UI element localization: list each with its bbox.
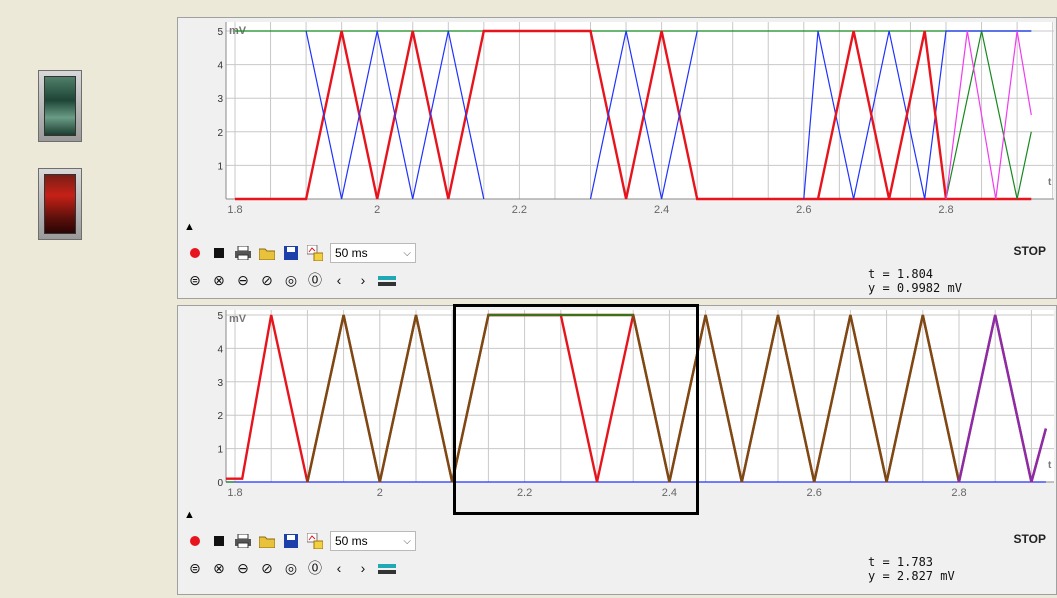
zoom-out-horizontal-icon[interactable]: ⊘ bbox=[258, 559, 276, 577]
scroll-right-icon[interactable]: › bbox=[354, 559, 372, 577]
x-tick-label: 2 bbox=[377, 487, 383, 499]
y-tick-label: 4 bbox=[217, 344, 223, 355]
x-tick-label: 2.8 bbox=[951, 487, 966, 499]
zoom-reset-icon[interactable]: ⓪ bbox=[306, 559, 324, 577]
y-tick-label: 1 bbox=[217, 161, 223, 172]
arrow-up-icon[interactable]: ▲ bbox=[184, 509, 195, 521]
toolbar-row-1: 50 ms ⌵ bbox=[186, 530, 416, 552]
export-icon[interactable] bbox=[306, 532, 324, 550]
y-tick-label: 5 bbox=[217, 27, 223, 38]
scroll-left-icon[interactable]: ‹ bbox=[330, 271, 348, 289]
zoom-out-vertical-icon[interactable]: ⊗ bbox=[210, 559, 228, 577]
x-tick-label: 2.4 bbox=[654, 204, 669, 216]
scope-panel-top: 1 2 3 4 5 1.8 2 2.2 2.4 2.6 2.8 mV t ▲ 50 ms ⌵ ⊜ ⊗ ⊖ … bbox=[177, 17, 1057, 299]
unit-label: mV bbox=[229, 313, 247, 325]
settings-icon[interactable] bbox=[378, 559, 396, 577]
print-icon[interactable] bbox=[234, 244, 252, 262]
record-icon[interactable] bbox=[186, 244, 204, 262]
readout-y: y = 2.827 mV bbox=[868, 569, 955, 583]
red-switch[interactable] bbox=[38, 168, 82, 240]
green-switch-face bbox=[44, 76, 76, 136]
cursor-readout: t = 1.783 y = 2.827 mV bbox=[868, 555, 955, 583]
readout-t: t = 1.804 bbox=[868, 267, 934, 281]
stop-icon[interactable] bbox=[210, 244, 228, 262]
sample-rate-value: 50 ms bbox=[335, 246, 368, 260]
plot-background bbox=[226, 22, 1054, 199]
toolbar-row-2: ⊜ ⊗ ⊖ ⊘ ◎ ⓪ ‹ › bbox=[186, 269, 396, 291]
readout-y: y = 0.9982 mV bbox=[868, 281, 962, 295]
x-tick-label: 2.6 bbox=[807, 487, 822, 499]
status-label: STOP bbox=[1013, 532, 1046, 546]
plot-area-top[interactable]: 123451.8 2 2.2 2.4 2.6 2.8mVt bbox=[178, 18, 1056, 223]
x-tick-label: 2.2 bbox=[512, 204, 527, 216]
chevron-down-icon: ⌵ bbox=[403, 247, 411, 259]
y-tick-label: 4 bbox=[217, 61, 223, 72]
y-tick-label: 2 bbox=[217, 411, 223, 422]
scroll-right-icon[interactable]: › bbox=[354, 271, 372, 289]
x-tick-label: 2.8 bbox=[938, 204, 953, 216]
scope-panel-bottom: 0 1 2 3 4 5 1.8 2 2.2 2.4 2.6 2.8 mV t ▲ 50 ms ⌵ ⊜ ⊗ ⊖… bbox=[177, 305, 1057, 595]
y-tick-label: 0 bbox=[217, 478, 223, 489]
autoscale-icon[interactable]: ◎ bbox=[282, 271, 300, 289]
sample-rate-select[interactable]: 50 ms ⌵ bbox=[330, 531, 416, 551]
x-tick-label: 2.2 bbox=[517, 487, 532, 499]
green-switch[interactable] bbox=[38, 70, 82, 142]
sample-rate-value: 50 ms bbox=[335, 534, 368, 548]
arrow-up-icon[interactable]: ▲ bbox=[184, 221, 195, 233]
open-folder-icon[interactable] bbox=[258, 244, 276, 262]
scroll-left-icon[interactable]: ‹ bbox=[330, 559, 348, 577]
y-tick-label: 3 bbox=[217, 94, 223, 105]
status-label: STOP bbox=[1013, 244, 1046, 258]
toolbar-bottom: 50 ms ⌵ ⊜ ⊗ ⊖ ⊘ ◎ ⓪ ‹ › STOP t = 1.783 y … bbox=[178, 528, 1056, 586]
plot-background bbox=[226, 310, 1054, 482]
y-tick-label: 1 bbox=[217, 445, 223, 456]
toolbar-row-1: 50 ms ⌵ bbox=[186, 242, 416, 264]
zoom-vertical-icon[interactable]: ⊜ bbox=[186, 271, 204, 289]
x-tick-label: 2 bbox=[374, 204, 380, 216]
save-icon[interactable] bbox=[282, 244, 300, 262]
toolbar-top: 50 ms ⌵ ⊜ ⊗ ⊖ ⊘ ◎ ⓪ ‹ › STOP t = 1.804 y … bbox=[178, 240, 1056, 298]
settings-icon[interactable] bbox=[378, 271, 396, 289]
stop-icon[interactable] bbox=[210, 532, 228, 550]
readout-t: t = 1.783 bbox=[868, 555, 934, 569]
zoom-out-vertical-icon[interactable]: ⊗ bbox=[210, 271, 228, 289]
toolbar-row-2: ⊜ ⊗ ⊖ ⊘ ◎ ⓪ ‹ › bbox=[186, 557, 396, 579]
y-tick-label: 5 bbox=[217, 311, 223, 322]
x-tick-label: 1.8 bbox=[227, 487, 242, 499]
cursor-readout: t = 1.804 y = 0.9982 mV bbox=[868, 267, 962, 295]
y-tick-label: 3 bbox=[217, 378, 223, 389]
print-icon[interactable] bbox=[234, 532, 252, 550]
save-icon[interactable] bbox=[282, 532, 300, 550]
record-icon[interactable] bbox=[186, 532, 204, 550]
x-tick-label: 2.6 bbox=[796, 204, 811, 216]
zoom-out-horizontal-icon[interactable]: ⊘ bbox=[258, 271, 276, 289]
zoom-horizontal-icon[interactable]: ⊖ bbox=[234, 559, 252, 577]
zoom-horizontal-icon[interactable]: ⊖ bbox=[234, 271, 252, 289]
export-icon[interactable] bbox=[306, 244, 324, 262]
sample-rate-select[interactable]: 50 ms ⌵ bbox=[330, 243, 416, 263]
x-tick-label: 2.4 bbox=[662, 487, 677, 499]
y-tick-label: 2 bbox=[217, 128, 223, 139]
zoom-vertical-icon[interactable]: ⊜ bbox=[186, 559, 204, 577]
open-folder-icon[interactable] bbox=[258, 532, 276, 550]
red-switch-face bbox=[44, 174, 76, 234]
x-tick-label: 1.8 bbox=[227, 204, 242, 216]
chevron-down-icon: ⌵ bbox=[403, 535, 411, 547]
plot-area-bottom[interactable]: 0123451.8 2 2.2 2.4 2.6 2.8mVt bbox=[178, 306, 1056, 513]
autoscale-icon[interactable]: ◎ bbox=[282, 559, 300, 577]
zoom-reset-icon[interactable]: ⓪ bbox=[306, 271, 324, 289]
